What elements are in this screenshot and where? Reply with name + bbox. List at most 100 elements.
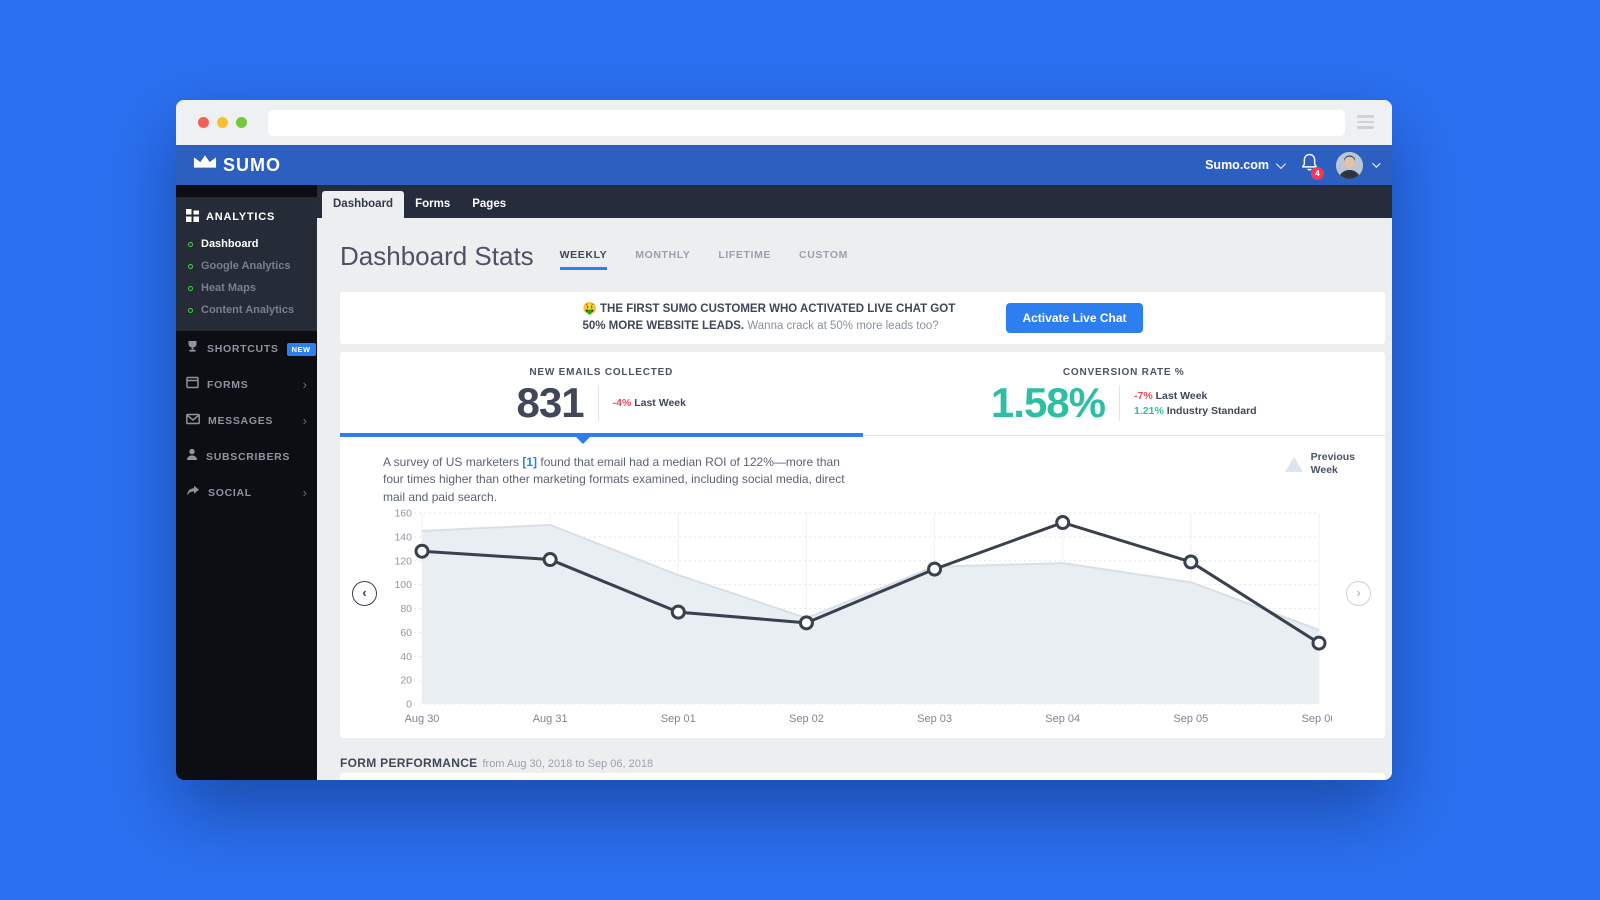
banner-text: 🤑 THE FIRST SUMO CUSTOMER WHO ACTIVATED … — [582, 301, 974, 334]
sumo-logo[interactable]: SUMO — [192, 154, 281, 176]
green-dot-icon — [188, 285, 193, 291]
svg-text:Sep 03: Sep 03 — [917, 713, 952, 725]
sidebar-item-analytics[interactable]: ANALYTICS — [176, 205, 317, 233]
period-tab-lifetime[interactable]: LIFETIME — [718, 249, 771, 270]
chart-previous-button[interactable]: ‹ — [352, 581, 377, 606]
sidebar-item-social[interactable]: SOCIAL › — [176, 475, 317, 511]
url-bar[interactable] — [268, 110, 1345, 136]
svg-text:120: 120 — [394, 555, 412, 567]
form-performance-card-partial — [340, 773, 1385, 780]
svg-text:100: 100 — [394, 579, 412, 591]
notifications-button[interactable]: 4 — [1300, 152, 1324, 180]
green-dot-icon — [188, 241, 193, 247]
metric-conversion-rate: CONVERSION RATE % 1.58% -7% Last Week 1.… — [863, 352, 1386, 433]
tab-forms[interactable]: Forms — [404, 191, 461, 218]
svg-text:Sep 04: Sep 04 — [1045, 713, 1080, 725]
browser-menu-icon[interactable] — [1357, 115, 1374, 132]
metric-emails-label: NEW EMAILS COLLECTED — [529, 367, 674, 378]
notification-count-badge: 4 — [1311, 167, 1324, 180]
svg-text:Sep 05: Sep 05 — [1173, 713, 1208, 725]
period-tab-custom[interactable]: CUSTOM — [799, 249, 848, 270]
browser-window: SUMO Sumo.com 4 ANALYTICS Dashboard Goog… — [176, 100, 1392, 780]
sidebar-item-google-analytics[interactable]: Google Analytics — [176, 255, 317, 277]
money-mouth-emoji: 🤑 — [582, 303, 597, 316]
app-header: SUMO Sumo.com 4 — [176, 145, 1392, 185]
svg-text:40: 40 — [400, 651, 412, 663]
period-tabs: WEEKLY MONTHLY LIFETIME CUSTOM — [559, 249, 848, 270]
brand-name: SUMO — [223, 154, 281, 175]
window-controls — [198, 117, 247, 128]
page-title: Dashboard Stats — [340, 240, 534, 271]
period-tab-weekly[interactable]: WEEKLY — [559, 249, 608, 270]
svg-text:Sep 02: Sep 02 — [789, 713, 824, 725]
site-selector-label: Sumo.com — [1205, 158, 1269, 172]
banner-regular-text: Wanna crack at 50% more leads too? — [747, 320, 939, 332]
sidebar-item-dashboard[interactable]: Dashboard — [176, 233, 317, 255]
metric-conversion-label: CONVERSION RATE % — [1062, 367, 1185, 378]
svg-text:Sep 01: Sep 01 — [661, 713, 696, 725]
chart-legend: Previous Week — [1284, 451, 1355, 477]
dashboard-stats-card: NEW EMAILS COLLECTED 831 -4% Last Week C… — [340, 352, 1385, 738]
chevron-right-icon: › — [302, 485, 307, 500]
share-icon — [186, 484, 200, 502]
form-performance-range: from Aug 30, 2018 to Sep 06, 2018 — [482, 758, 654, 770]
period-tab-monthly[interactable]: MONTHLY — [635, 249, 690, 270]
trophy-icon — [186, 340, 199, 358]
activate-live-chat-button[interactable]: Activate Live Chat — [1006, 303, 1143, 333]
svg-text:Aug 31: Aug 31 — [533, 713, 568, 725]
weekly-emails-chart: 0 20 40 60 80 100 120 140 160 Aug 30 Aug 31 Sep 01 S… — [392, 501, 1336, 736]
svg-text:0: 0 — [406, 699, 412, 711]
close-window-button[interactable] — [198, 117, 209, 128]
sidebar: ANALYTICS Dashboard Google Analytics Heat … — [176, 185, 317, 780]
sidebar-section-analytics: ANALYTICS Dashboard Google Analytics Heat … — [176, 197, 317, 331]
sidebar-item-shortcuts[interactable]: SHORTCUTS NEW — [176, 331, 317, 367]
svg-text:160: 160 — [394, 508, 412, 520]
metric-conversion-value: 1.58% — [990, 379, 1106, 426]
metric-conversion-benchmark: 1.21% Industry Standard — [1134, 404, 1257, 417]
sidebar-item-messages[interactable]: MESSAGES › — [176, 403, 317, 439]
citation-link[interactable]: [1] — [522, 455, 537, 469]
sidebar-analytics-label: ANALYTICS — [206, 211, 276, 223]
form-performance-title: FORM PERFORMANCE — [340, 756, 478, 770]
page-content: Dashboard Stats WEEKLY MONTHLY LIFETIME CUS… — [317, 218, 1392, 780]
site-selector-dropdown[interactable]: Sumo.com — [1205, 158, 1286, 172]
legend-label: Previous Week — [1310, 451, 1355, 477]
new-badge: NEW — [286, 342, 316, 356]
browser-chrome — [176, 100, 1392, 145]
metric-emails-delta: -4% Last Week — [612, 397, 686, 409]
minimize-window-button[interactable] — [217, 117, 228, 128]
top-tab-strip: Dashboard Forms Pages — [317, 185, 1392, 218]
chevron-down-icon — [1275, 158, 1286, 169]
tab-dashboard[interactable]: Dashboard — [322, 191, 405, 218]
chevron-right-icon: › — [302, 377, 307, 392]
analytics-grid-icon — [186, 209, 199, 225]
avatar-chevron-icon[interactable] — [1372, 159, 1381, 168]
sidebar-item-content-analytics[interactable]: Content Analytics — [176, 299, 317, 321]
svg-text:Sep 06: Sep 06 — [1302, 713, 1332, 725]
form-performance-header: FORM PERFORMANCE from Aug 30, 2018 to Sep… — [340, 754, 1385, 770]
zoom-window-button[interactable] — [236, 117, 247, 128]
sidebar-item-subscribers[interactable]: SUBSCRIBERS — [176, 439, 317, 475]
metric-emails-value: 831 — [516, 379, 585, 426]
svg-text:80: 80 — [400, 603, 412, 615]
sidebar-item-heat-maps[interactable]: Heat Maps — [176, 277, 317, 299]
crown-icon — [192, 154, 218, 176]
svg-text:60: 60 — [400, 627, 412, 639]
metric-conversion-delta: -7% Last Week — [1134, 389, 1208, 402]
tab-pages[interactable]: Pages — [461, 191, 517, 218]
user-avatar[interactable] — [1336, 151, 1363, 179]
sidebar-item-forms[interactable]: FORMS › — [176, 367, 317, 403]
live-chat-banner: 🤑 THE FIRST SUMO CUSTOMER WHO ACTIVATED … — [340, 292, 1385, 344]
chevron-right-icon: › — [302, 413, 307, 428]
svg-text:140: 140 — [394, 531, 412, 543]
window-icon — [186, 376, 199, 394]
chart-next-button[interactable]: › — [1346, 581, 1371, 606]
svg-text:Aug 30: Aug 30 — [405, 713, 440, 725]
svg-text:20: 20 — [400, 675, 412, 687]
survey-note: A survey of US marketers [1] found that … — [383, 455, 845, 504]
chart-area: A survey of US marketers [1] found that … — [340, 437, 1385, 737]
metric-new-emails: NEW EMAILS COLLECTED 831 -4% Last Week — [340, 352, 863, 433]
green-dot-icon — [188, 307, 193, 313]
envelope-icon — [186, 412, 200, 430]
green-dot-icon — [188, 263, 193, 269]
